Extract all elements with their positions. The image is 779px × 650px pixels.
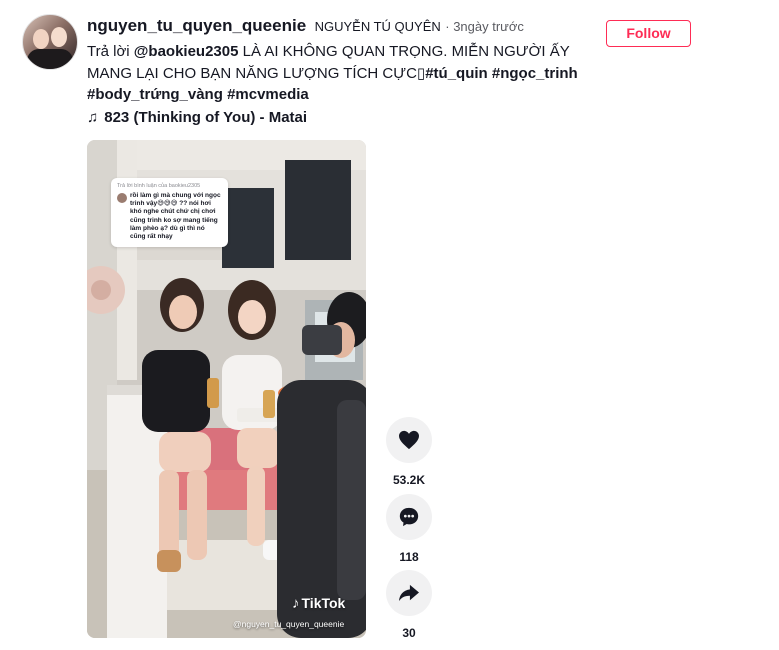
reply-comment-sticker: Trả lời bình luận của baokieu2305 rồi là…	[111, 178, 228, 248]
hashtag[interactable]: #body_trứng_vàng	[87, 86, 223, 103]
feed-item: nguyen_tu_quyen_queenie NGUYỄN TÚ QUYÊN …	[0, 0, 779, 650]
author-username[interactable]: nguyen_tu_quyen_queenie	[87, 16, 306, 35]
caption-prefix: Trả lời	[87, 43, 134, 60]
comment-count: 118	[399, 550, 419, 564]
music-title: 823 (Thinking of You) - Matai	[104, 109, 308, 126]
hashtag[interactable]: #tú_quin	[425, 65, 488, 82]
music-link[interactable]: ♫ 823 (Thinking of You) - Matai	[87, 109, 307, 126]
like-button[interactable]	[386, 417, 432, 463]
post-time: · 3ngày trước	[445, 19, 524, 34]
share-button[interactable]	[386, 570, 432, 616]
tiktok-watermark-text: TikTok	[301, 595, 346, 611]
comment-button[interactable]	[386, 494, 432, 540]
video-player[interactable]: Trả lời bình luận của baokieu2305 rồi là…	[87, 140, 366, 638]
caption-glyph: ▯	[416, 64, 426, 82]
author-nickname[interactable]: NGUYỄN TÚ QUYÊN	[315, 19, 441, 34]
avatar[interactable]	[22, 14, 78, 70]
share-count: 30	[402, 626, 416, 640]
reply-header: Trả lời bình luận của baokieu2305	[117, 183, 201, 189]
like-action: 53.2K	[385, 417, 433, 487]
commenter-avatar	[117, 193, 127, 203]
watermark-handle: @nguyen_tu_quyen_queenie	[233, 619, 345, 629]
comment-icon	[399, 507, 419, 527]
author-header: nguyen_tu_quyen_queenie NGUYỄN TÚ QUYÊN …	[87, 16, 524, 36]
hashtag[interactable]: #ngọc_trinh	[492, 65, 578, 82]
caption-mention[interactable]: @baokieu2305	[134, 43, 239, 60]
heart-icon	[399, 430, 419, 450]
tiktok-logo-icon: ♪	[292, 595, 300, 612]
share-action: 30	[385, 570, 433, 640]
tiktok-watermark: ♪ TikTok	[292, 595, 345, 612]
follow-button[interactable]: Follow	[606, 20, 691, 47]
hashtag[interactable]: #mcvmedia	[227, 86, 309, 103]
music-note-icon: ♫	[87, 109, 99, 126]
post-caption: Trả lời @baokieu2305 LÀ AI KHÔNG QUAN TR…	[87, 41, 587, 106]
share-arrow-icon	[399, 584, 419, 602]
like-count: 53.2K	[392, 473, 426, 487]
reply-comment-text: rồi làm gì mà chung với ngọc trinh vậy😅😅…	[130, 192, 221, 241]
comment-action: 118	[385, 494, 433, 564]
